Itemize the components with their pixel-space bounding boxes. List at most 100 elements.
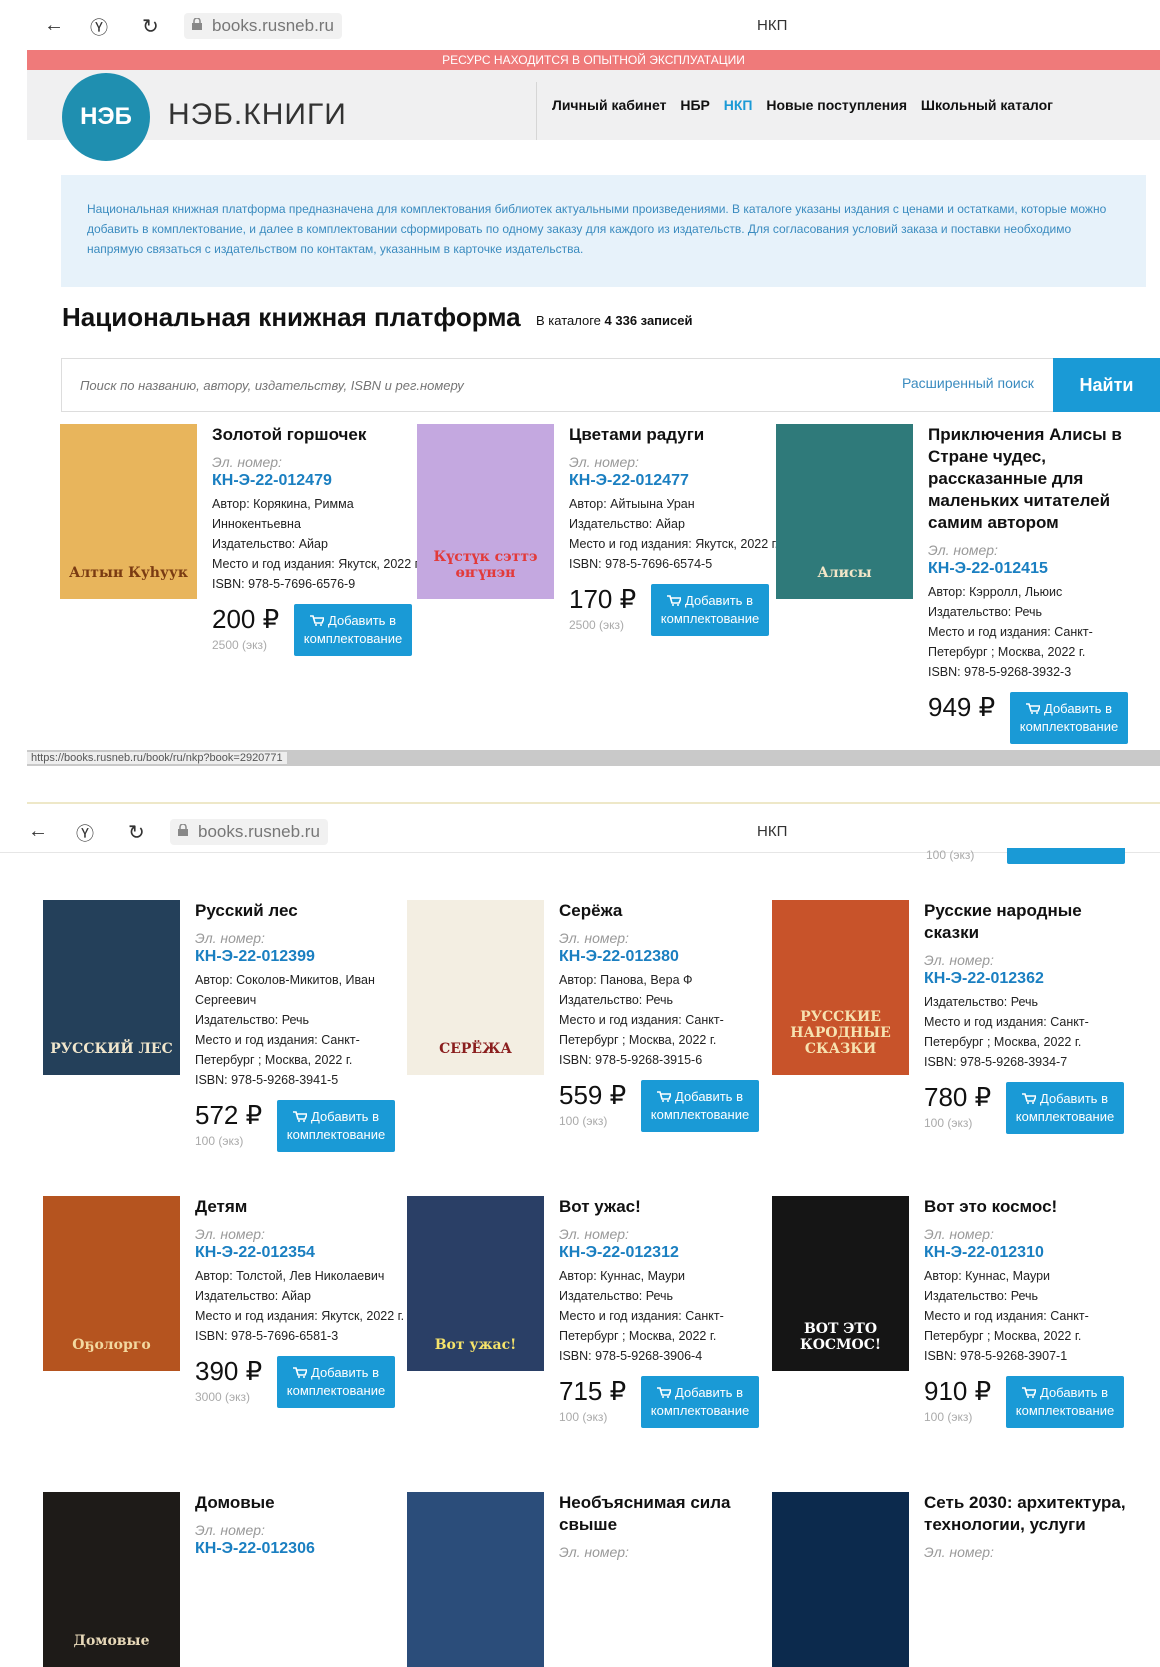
book-meta-line: Место и год издания: Санкт-Петербург ; М… <box>559 1309 724 1343</box>
book-title[interactable]: Детям <box>195 1196 405 1218</box>
address-bar[interactable]: books.rusneb.ru <box>184 13 342 39</box>
add-to-collection-button[interactable]: Добавить в комплектование <box>641 1080 759 1132</box>
cover-label: Күстүк сэттэ өҥүнэн <box>433 549 538 581</box>
cover-label: Алисы <box>817 565 872 581</box>
price-box: 780 ₽ 100 (экз) Добавить в комплектовани… <box>924 1082 1134 1142</box>
book-cover[interactable]: Домовые <box>43 1492 180 1667</box>
book-title[interactable]: Домовые <box>195 1492 405 1514</box>
book-price: 910 ₽ <box>924 1376 992 1406</box>
add-to-collection-button[interactable]: Добавить в комплектование <box>641 1376 759 1428</box>
book-cover[interactable]: Алтын Куһуук <box>60 424 197 599</box>
book-code-link[interactable]: КН-Э-22-012380 <box>559 948 769 966</box>
add-to-collection-button[interactable]: Добавить в комплектование <box>294 604 412 656</box>
price-box: 910 ₽ 100 (экз) Добавить в комплектовани… <box>924 1376 1134 1436</box>
add-to-collection-button[interactable]: Добавить в комплектование <box>277 1100 395 1152</box>
book-meta-line: Автор: Кэрролл, Льюис <box>928 585 1063 599</box>
menu-nbr[interactable]: НБР <box>680 97 710 113</box>
info-text: Национальная книжная платформа предназна… <box>87 202 1107 256</box>
menu-nkp[interactable]: НКП <box>724 97 753 113</box>
book-price: 780 ₽ <box>924 1082 992 1112</box>
book-meta-line: Место и год издания: Якутск, 2022 г. <box>569 537 779 551</box>
cart-icon <box>667 595 681 606</box>
book-meta-line: Издательство: Речь <box>928 605 1043 619</box>
book-code-link[interactable]: КН-Э-22-012312 <box>559 1244 769 1262</box>
book-cover[interactable] <box>772 1492 909 1667</box>
book-title[interactable]: Серёжа <box>559 900 769 922</box>
yandex-icon[interactable]: Ⓨ <box>90 14 108 40</box>
yandex-icon[interactable]: Ⓨ <box>76 820 94 846</box>
book-code-link[interactable]: КН-Э-22-012477 <box>569 472 779 490</box>
cover-label: РУССКИЕ НАРОДНЫЕ СКАЗКИ <box>790 1009 891 1057</box>
search-input[interactable] <box>78 373 842 397</box>
book-quantity: 100 (экз) <box>559 1410 608 1424</box>
book-meta-line: Издательство: Речь <box>559 1289 674 1303</box>
book-title[interactable]: Русский лес <box>195 900 405 922</box>
browser-toolbar-1: ← Ⓨ ↻ books.rusneb.ru НКП <box>0 0 1160 50</box>
cart-icon <box>1022 1387 1036 1398</box>
book-title[interactable]: Золотой горшочек <box>212 424 422 446</box>
book-price: 715 ₽ <box>559 1376 627 1406</box>
book-code-link[interactable]: КН-Э-22-012310 <box>924 1244 1134 1262</box>
neb-logo[interactable]: НЭБ <box>62 73 150 161</box>
reload-icon[interactable]: ↻ <box>142 14 159 39</box>
back-icon[interactable]: ← <box>28 820 48 843</box>
book-title[interactable]: Приключения Алисы в Стране чудес, расска… <box>928 424 1138 534</box>
book-code-link[interactable]: КН-Э-22-012306 <box>195 1540 405 1558</box>
book-quantity: 100 (экз) <box>195 1134 244 1148</box>
book-meta-line: ISBN: 978-5-9268-3907-1 <box>924 1349 1068 1363</box>
menu-personal-cabinet[interactable]: Личный кабинет <box>552 97 666 113</box>
brand-name[interactable]: НЭБ.КНИГИ <box>168 98 347 132</box>
book-title[interactable]: Сеть 2030: архитектура, технологии, услу… <box>924 1492 1134 1536</box>
book-meta-line: Место и год издания: Санкт-Петербург ; М… <box>924 1309 1089 1343</box>
lock-icon <box>178 824 188 836</box>
add-to-collection-button[interactable]: Добавить в комплектование <box>651 584 769 636</box>
back-icon[interactable]: ← <box>44 14 64 37</box>
menu-new-arrivals[interactable]: Новые поступления <box>766 97 907 113</box>
info-box: Национальная книжная платформа предназна… <box>61 175 1146 287</box>
book-code-link[interactable]: КН-Э-22-012479 <box>212 472 422 490</box>
add-to-collection-button[interactable]: Добавить в комплектование <box>1006 1082 1124 1134</box>
book-cover[interactable]: Күстүк сэттэ өҥүнэн <box>417 424 554 599</box>
book-cover[interactable]: Алисы <box>776 424 913 599</box>
advanced-search-link[interactable]: Расширенный поиск <box>902 375 1034 391</box>
book-title[interactable]: Необъяснимая сила свыше <box>559 1492 769 1536</box>
reload-icon[interactable]: ↻ <box>128 820 145 845</box>
book-meta-line: ISBN: 978-5-7696-6574-5 <box>569 557 713 571</box>
lock-icon <box>192 18 202 30</box>
book-title[interactable]: Вот ужас! <box>559 1196 769 1218</box>
book-cover[interactable]: ВОТ ЭТО КОСМОС! <box>772 1196 909 1371</box>
book-code-link[interactable]: КН-Э-22-012415 <box>928 560 1138 578</box>
book-code-link[interactable]: КН-Э-22-012354 <box>195 1244 405 1262</box>
page-tab-title: НКП <box>757 17 788 34</box>
book-meta: Издательство: Речь Место и год издания: С… <box>924 992 1134 1072</box>
add-to-collection-button[interactable]: Добавить в комплектование <box>1006 1376 1124 1428</box>
add-to-collection-button[interactable]: Добавить в комплектование <box>277 1356 395 1408</box>
search-button[interactable]: Найти <box>1053 358 1160 412</box>
records-count: В каталоге 4 336 записей <box>536 313 692 328</box>
book-cover[interactable]: Оҕолорго <box>43 1196 180 1371</box>
address-bar[interactable]: books.rusneb.ru <box>170 819 328 845</box>
book-info: Сеть 2030: архитектура, технологии, услу… <box>924 1492 1134 1564</box>
count-value: 4 336 записей <box>604 313 693 328</box>
menu-school-catalog[interactable]: Школьный каталог <box>921 97 1053 113</box>
book-cover[interactable]: РУССКИЕ НАРОДНЫЕ СКАЗКИ <box>772 900 909 1075</box>
book-meta: Автор: Корякина, Римма Иннокентьевна Изда… <box>212 494 422 594</box>
el-number-label: Эл. номер: <box>195 1522 265 1538</box>
book-title[interactable]: Вот это космос! <box>924 1196 1134 1218</box>
book-meta-line: ISBN: 978-5-9268-3932-3 <box>928 665 1072 679</box>
book-info: Цветами радуги Эл. номер: КН-Э-22-012477 А… <box>569 424 779 644</box>
book-code-link[interactable]: КН-Э-22-012362 <box>924 970 1134 988</box>
book-title[interactable]: Русские народные сказки <box>924 900 1134 944</box>
book-code-link[interactable]: КН-Э-22-012399 <box>195 948 405 966</box>
book-cover[interactable]: РУССКИЙ ЛЕС <box>43 900 180 1075</box>
scroll-remnant-button[interactable] <box>1007 848 1125 864</box>
book-info: Детям Эл. номер: КН-Э-22-012354 Автор: Тол… <box>195 1196 405 1416</box>
add-to-collection-button[interactable]: Добавить в комплектование <box>1010 692 1128 744</box>
book-info: Золотой горшочек Эл. номер: КН-Э-22-01247… <box>212 424 422 664</box>
el-number-label: Эл. номер: <box>559 1226 629 1242</box>
book-cover[interactable]: СЕРЁЖА <box>407 900 544 1075</box>
book-cover[interactable] <box>407 1492 544 1667</box>
book-title[interactable]: Цветами радуги <box>569 424 779 446</box>
address-text: books.rusneb.ru <box>198 822 320 841</box>
book-cover[interactable]: Вот ужас! <box>407 1196 544 1371</box>
